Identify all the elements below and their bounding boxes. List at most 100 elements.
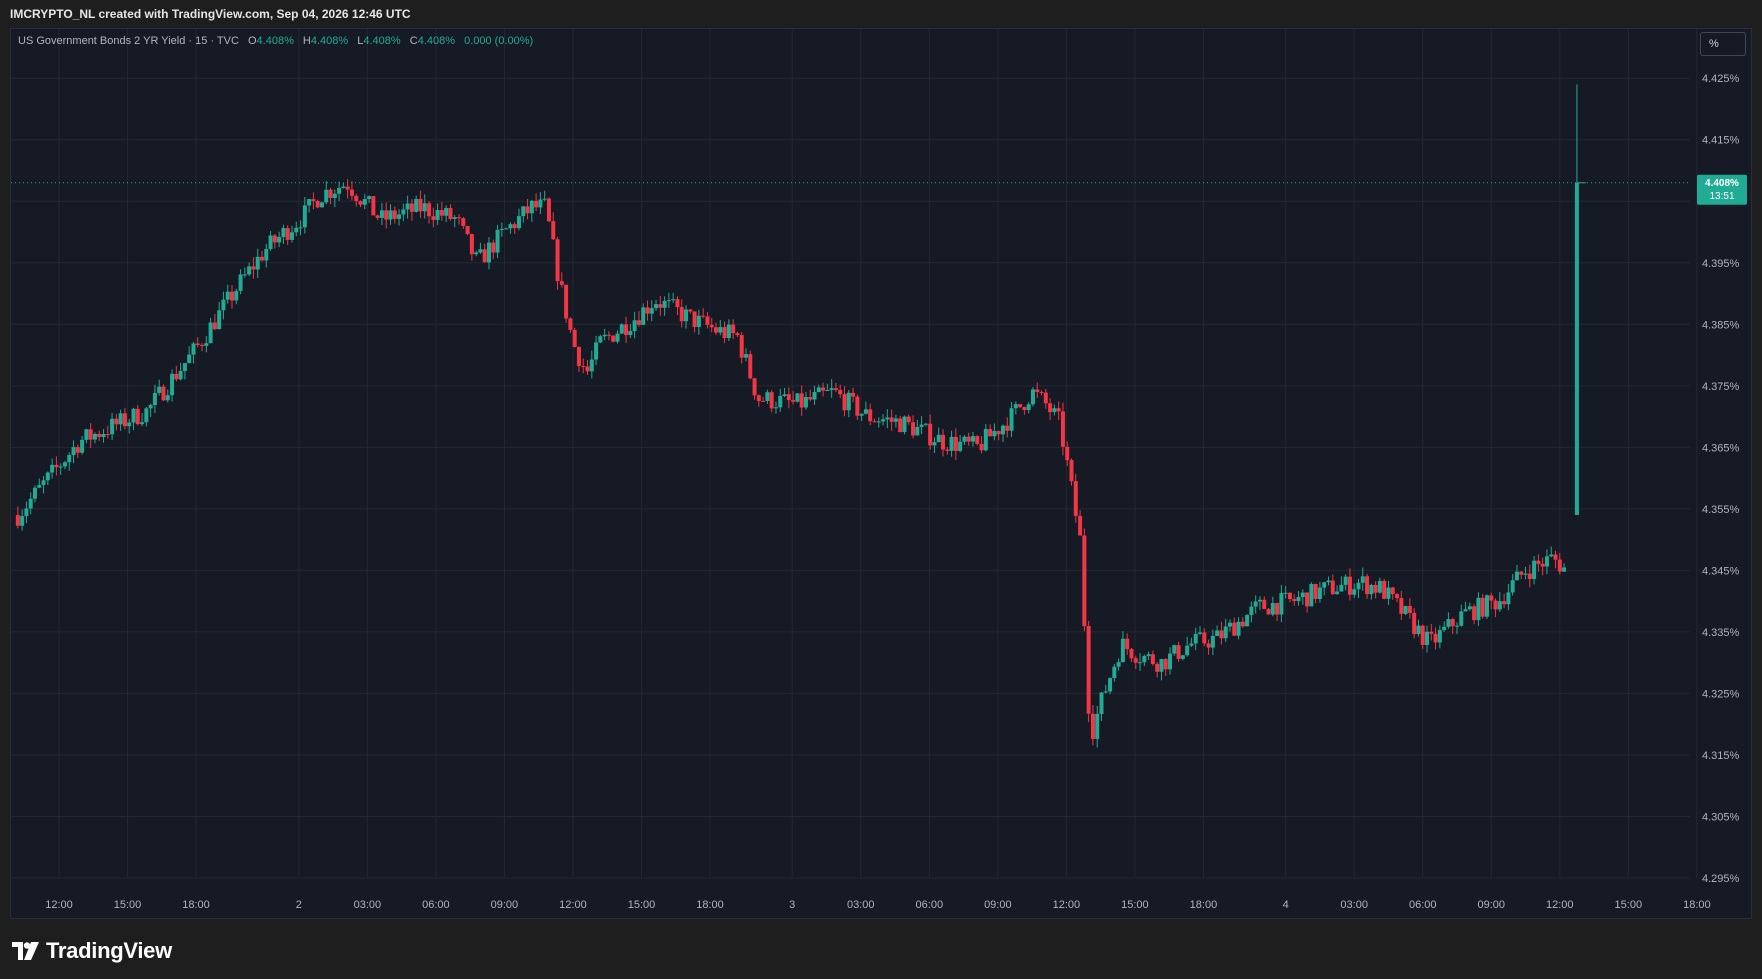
candle-body: [1030, 389, 1035, 405]
candle-body: [204, 343, 209, 346]
candle-body: [1377, 581, 1382, 593]
symbol-legend[interactable]: US Government Bonds 2 YR Yield · 15 · TV…: [18, 35, 533, 47]
candle-body: [200, 344, 205, 346]
candle-body: [341, 186, 346, 188]
candle-body: [1467, 606, 1472, 610]
candle-body: [684, 309, 689, 322]
y-tick-label: 4.415%: [1702, 135, 1740, 147]
y-tick-label: 4.375%: [1702, 381, 1740, 393]
x-tick-label: 15:00: [1121, 899, 1149, 911]
open-value: 4.408%: [256, 35, 294, 47]
candle-body: [1168, 653, 1173, 670]
candle-body: [1322, 582, 1327, 588]
candle-body: [1270, 603, 1275, 615]
candle-body: [821, 387, 826, 391]
candle-body: [632, 320, 637, 332]
x-tick-label: 18:00: [1683, 899, 1711, 911]
candle-body: [688, 309, 693, 312]
candle-body: [606, 334, 611, 336]
x-axis[interactable]: 12:00 15:00 18:00 2 03:00 06:00 09:00 12:00 15:0…: [45, 899, 1710, 911]
candle-body: [465, 225, 470, 234]
candle-body: [337, 187, 342, 194]
candle-body: [589, 359, 594, 372]
change-value: 0.000 (0.00%): [464, 35, 534, 47]
candle-body: [54, 464, 59, 468]
open-label: O: [247, 35, 257, 47]
candle-body: [178, 371, 183, 380]
candle-body: [872, 421, 877, 423]
candle-body: [1005, 425, 1010, 431]
candle-body: [379, 210, 384, 218]
candle-body: [414, 198, 419, 212]
candle-body: [332, 193, 337, 198]
candle-body: [1129, 649, 1134, 659]
candle-body: [983, 428, 988, 451]
candle-body: [1480, 597, 1485, 617]
candle-body: [58, 466, 63, 468]
candle-body: [1382, 581, 1387, 599]
candle-body: [1142, 656, 1147, 663]
candle-body: [208, 322, 213, 344]
candle-body: [572, 329, 577, 348]
candle-body: [32, 487, 37, 499]
candle-body: [958, 441, 963, 451]
candle-body: [628, 331, 633, 336]
candle-body: [1253, 601, 1258, 607]
candle-body: [482, 249, 487, 263]
candle-body: [195, 343, 200, 345]
candle-body: [289, 232, 294, 240]
candle-body: [786, 394, 791, 401]
candle-body: [970, 436, 975, 442]
candle-body: [457, 217, 462, 219]
candle-body: [1095, 713, 1100, 739]
candle-body: [645, 307, 650, 314]
candle-body: [182, 363, 187, 372]
candle-body: [795, 393, 800, 402]
candle-body: [555, 239, 560, 282]
x-tick-label: 03:00: [847, 899, 875, 911]
candle-body: [773, 407, 778, 409]
candle-body: [439, 210, 444, 216]
candle-body: [238, 274, 243, 291]
candle-body: [1510, 580, 1515, 593]
candle-body: [568, 318, 573, 330]
candle-body: [1544, 556, 1549, 567]
y-tick-label: 4.325%: [1702, 688, 1740, 700]
candle-body: [409, 203, 414, 212]
candle-body: [1429, 631, 1434, 634]
candle-body: [564, 284, 569, 319]
candle-body: [1317, 587, 1322, 599]
candle-body: [1450, 619, 1455, 627]
candle-body: [803, 397, 808, 408]
x-tick-label: 18:00: [1190, 899, 1218, 911]
candle-body: [1339, 584, 1344, 592]
tradingview-brand[interactable]: TradingView: [12, 938, 172, 964]
candle-body: [499, 228, 504, 230]
candle-body: [838, 389, 843, 395]
candle-body: [675, 299, 680, 308]
candle-body: [487, 242, 492, 263]
candle-body: [311, 199, 316, 202]
candle-body: [966, 436, 971, 442]
candle-body: [1305, 592, 1310, 607]
candle-body: [234, 290, 239, 301]
candle-body: [1454, 625, 1459, 627]
candle-body: [743, 354, 748, 358]
candle-body: [1497, 601, 1502, 610]
candle-body: [529, 200, 534, 214]
candle-body: [936, 434, 941, 443]
candle-body: [401, 209, 406, 215]
chart-svg[interactable]: 4.425% 4.415% 4.395% 4.385% 4.375% 4.365% 4.35…: [0, 0, 1762, 979]
candle-body: [15, 515, 20, 526]
candle-body: [658, 304, 663, 308]
x-tick-label: 12:00: [1546, 899, 1574, 911]
percent-scale-button[interactable]: %: [1700, 32, 1746, 56]
candle-body: [1163, 659, 1168, 670]
candle-body: [1215, 630, 1220, 636]
candle-body: [230, 291, 235, 301]
candle-body: [859, 413, 864, 416]
candle-body: [384, 210, 389, 220]
candle-body: [88, 429, 93, 440]
candle-body: [1313, 584, 1318, 599]
candle-body: [636, 320, 641, 325]
